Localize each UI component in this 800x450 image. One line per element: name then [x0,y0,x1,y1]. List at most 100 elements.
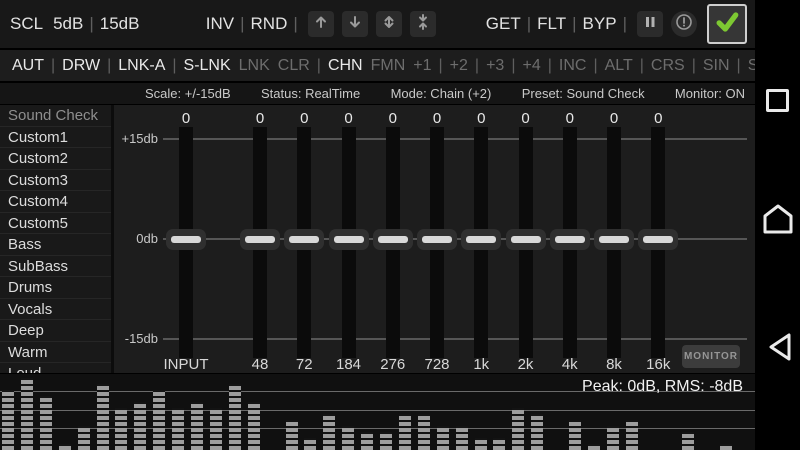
scl-button[interactable]: SCL [10,14,43,34]
spectrum-bar [153,390,165,450]
filter-button[interactable]: FLT [537,14,566,34]
invert-button[interactable]: INV [206,14,234,34]
separator: | [508,57,518,75]
spectrum-bar [512,408,524,450]
preset-item-soundcheck[interactable]: Sound Check [0,105,111,127]
slider-thumb[interactable] [240,229,280,250]
spectrum-bar [569,420,581,450]
spectrum-bar [40,396,52,450]
separator: | [472,57,482,75]
slider-thumb-bar [599,236,629,243]
slider-thumb[interactable] [506,229,546,250]
spectrum-bar [21,378,33,450]
slider-value: 0 [237,110,283,127]
slider-thumb-bar [422,236,452,243]
mode-item-drw[interactable]: DRW [62,57,100,75]
spectrum-bar [191,402,203,450]
scale-5db-button[interactable]: 5dB [53,14,83,34]
eq-slider-72: 072 [281,105,327,373]
shift-up-button[interactable] [308,11,334,37]
mode-item-fmn[interactable]: FMN [371,57,406,75]
pause-button[interactable] [637,11,663,37]
spectrum-bar [78,426,90,450]
eq-slider-1k: 01k [458,105,504,373]
preset-item-loud[interactable]: Loud [0,363,111,373]
info-button[interactable] [671,11,697,37]
slider-thumb[interactable] [550,229,590,250]
get-button[interactable]: GET [486,14,521,34]
slider-thumb-bar [466,236,496,243]
mode-item-2[interactable]: +2 [450,57,468,75]
preset-item-custom2[interactable]: Custom2 [0,148,111,170]
preset-item-vocals[interactable]: Vocals [0,299,111,321]
mode-item-sin[interactable]: SIN [703,57,730,75]
spectrum-bar [380,432,392,450]
mode-item-clr[interactable]: CLR [278,57,310,75]
mode-item-lnk[interactable]: LNK [239,57,270,75]
monitor-button[interactable]: MONITOR [682,345,740,368]
back-button[interactable] [767,332,793,367]
preset-item-bass[interactable]: Bass [0,234,111,256]
recents-button[interactable] [766,89,789,112]
slider-value: 0 [326,110,372,127]
separator: | [104,57,114,75]
slider-value: 0 [281,110,327,127]
slider-thumb[interactable] [373,229,413,250]
mode-item-3[interactable]: +3 [486,57,504,75]
apply-button[interactable] [707,4,747,44]
slider-thumb[interactable] [638,229,678,250]
eq-slider-16k: 016k [635,105,681,373]
slider-band-label: INPUT [157,356,215,373]
shift-down-button[interactable] [342,11,368,37]
mode-item-1[interactable]: +1 [413,57,431,75]
arrow-down-icon [347,14,363,35]
spectrum-bar [2,390,14,450]
slider-thumb[interactable] [329,229,369,250]
home-button[interactable] [762,203,794,240]
separator: | [590,57,600,75]
slider-thumb[interactable] [461,229,501,250]
slider-thumb[interactable] [594,229,634,250]
preset-item-deep[interactable]: Deep [0,320,111,342]
preset-item-drums[interactable]: Drums [0,277,111,299]
spectrum-bar [475,438,487,450]
slider-value: 0 [635,110,681,127]
preset-item-subbass[interactable]: SubBass [0,256,111,278]
separator: | [436,57,446,75]
separator: | [545,57,555,75]
separator: | [734,57,744,75]
preset-item-custom4[interactable]: Custom4 [0,191,111,213]
spectrum-bar [115,408,127,450]
compress-range-button[interactable] [410,11,436,37]
slider-thumb-bar [334,236,364,243]
slider-thumb[interactable] [284,229,324,250]
mode-item-inc[interactable]: INC [559,57,587,75]
random-button[interactable]: RND [251,14,288,34]
eq-slider-184: 0184 [326,105,372,373]
scale-15db-button[interactable]: 15dB [100,14,140,34]
separator: | [234,14,250,34]
spectrum-bar [531,414,543,450]
preset-item-custom1[interactable]: Custom1 [0,127,111,149]
separator: | [617,14,633,34]
slider-thumb[interactable] [166,229,206,250]
mode-item-4[interactable]: +4 [522,57,540,75]
slider-value: 0 [414,110,460,127]
mode-item-crs[interactable]: CRS [651,57,685,75]
slider-thumb-bar [643,236,673,243]
status-item-2: Mode: Chain (+2) [391,86,492,101]
mode-item-alt[interactable]: ALT [605,57,633,75]
mode-item-slnk[interactable]: S-LNK [184,57,231,75]
mode-item-chn[interactable]: CHN [328,57,363,75]
bypass-button[interactable]: BYP [583,14,617,34]
slider-thumb-bar [245,236,275,243]
mode-item-lnka[interactable]: LNK-A [118,57,165,75]
preset-item-custom3[interactable]: Custom3 [0,170,111,192]
preset-item-warm[interactable]: Warm [0,342,111,364]
separator: | [83,14,99,34]
status-item-3: Preset: Sound Check [522,86,645,101]
slider-thumb[interactable] [417,229,457,250]
expand-range-button[interactable] [376,11,402,37]
mode-item-aut[interactable]: AUT [12,57,44,75]
preset-item-custom5[interactable]: Custom5 [0,213,111,235]
